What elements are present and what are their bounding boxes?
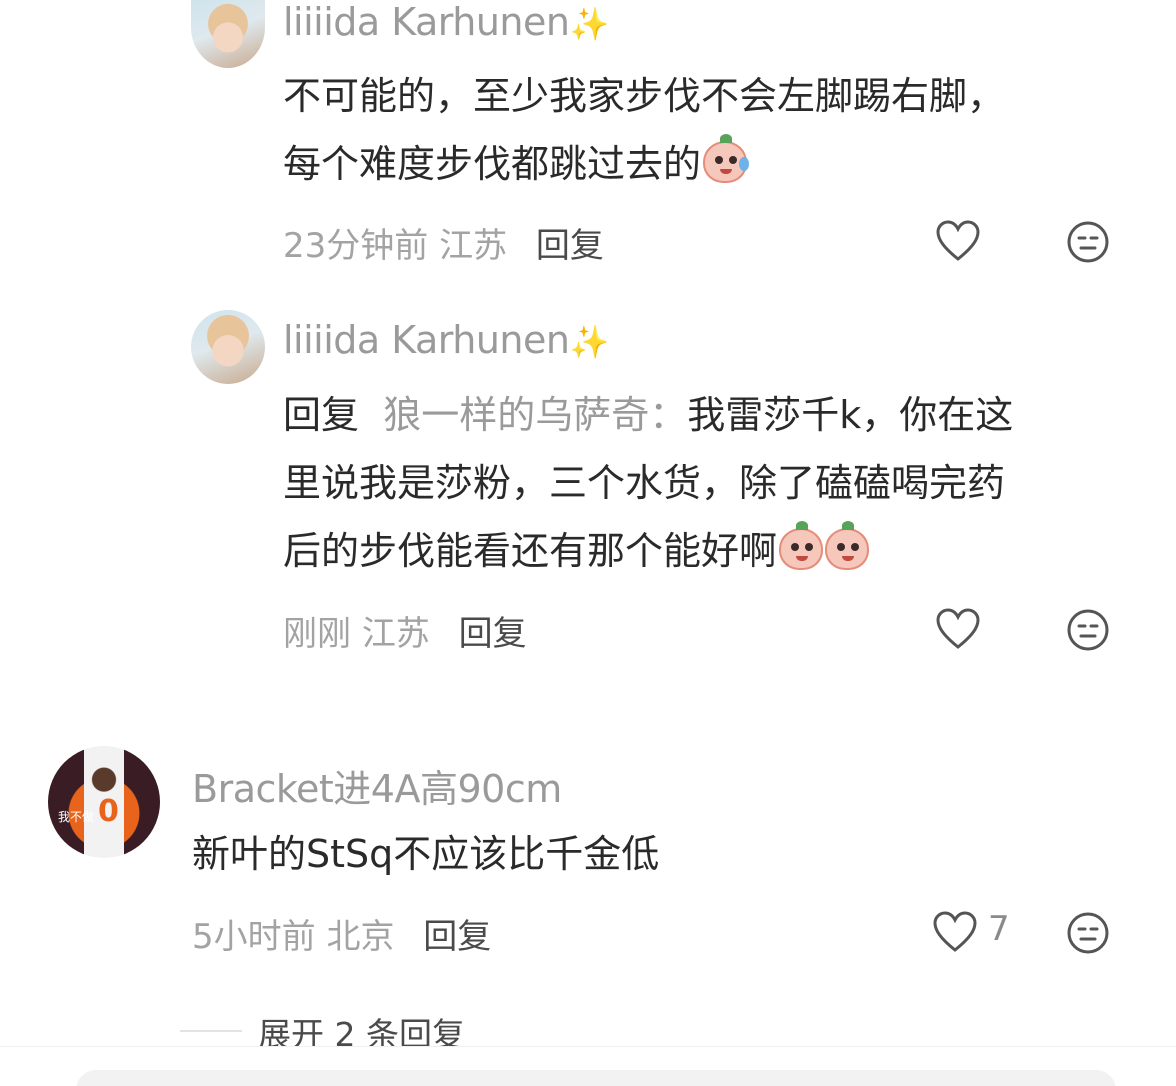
comment-text[interactable]: 回复 狼一样的乌萨奇：我雷莎千k，你在这 里说我是莎粉，三个水货，除了磕磕喝完药… [283,381,1013,585]
comment-time: 刚刚 [283,614,351,654]
comment-line-2: 每个难度步伐都跳过去的 [283,130,1005,198]
reply-prefix: 回复 [283,393,360,437]
comment-text[interactable]: 不可能的，至少我家步伐不会左脚踢右脚， 每个难度步伐都跳过去的 [283,62,1005,198]
avatar-jersey-number: 0 [98,794,119,829]
comment-time: 5小时前 [192,917,316,957]
comment-line: 后的步伐能看还有那个能好啊 [283,517,1013,585]
avatar[interactable]: 我不做 0 [48,746,160,858]
comment-meta: 5小时前 北京 回复 [192,909,491,958]
reply-button[interactable]: 回复 [459,614,527,654]
sparkle-icon: ✨ [569,5,609,43]
comment-line: 不可能的，至少我家步伐不会左脚踢右脚， [283,74,1006,118]
comment-location: 江苏 [361,614,430,654]
reply-target-user[interactable]: 狼一样的乌萨奇： [383,393,687,437]
expand-divider [180,1030,242,1032]
comment-line-text: 后的步伐能看还有那个能好啊 [283,529,778,573]
face-icon[interactable] [1066,220,1110,264]
sweat-emoji-sticker [703,134,750,183]
comment-line-text: 我雷莎千k，你在这 [687,393,1014,437]
reply-button[interactable]: 回复 [536,226,604,266]
username-text[interactable]: liiiida Karhunen [283,318,570,362]
comment-location: 江苏 [439,226,508,266]
heart-icon[interactable] [935,219,981,263]
face-icon[interactable] [1066,911,1110,955]
peek-emoji-sticker [779,521,824,570]
comment-username[interactable]: liiiida Karhunen✨ [283,0,609,44]
comment-line: 里说我是莎粉，三个水货，除了磕磕喝完药 [283,461,1006,505]
comment-thread: liiiida Karhunen✨ 不可能的，至少我家步伐不会左脚踢右脚， 每个… [0,0,1176,1086]
sparkle-icon: ✨ [569,323,609,361]
reply-button[interactable]: 回复 [423,917,491,957]
avatar-caption: 我不做 [58,810,95,824]
like-count: 7 [988,909,1010,949]
avatar[interactable] [191,310,265,384]
username-text[interactable]: liiiida Karhunen [283,0,570,44]
comment-meta: 刚刚 江苏 回复 [283,606,527,655]
comment-location: 北京 [326,917,395,957]
comment-text[interactable]: 新叶的StSq不应该比千金低 [192,820,659,888]
heart-icon[interactable] [932,910,978,954]
comment-line-text: 每个难度步伐都跳过去的 [283,142,702,186]
smile-emoji-sticker [825,521,870,570]
heart-icon[interactable] [935,607,981,651]
comment-line: 回复 狼一样的乌萨奇：我雷莎千k，你在这 [283,381,1013,449]
comment-time: 23分钟前 [283,226,429,266]
comment-username[interactable]: liiiida Karhunen✨ [283,318,609,362]
avatar[interactable] [191,0,265,68]
comment-input[interactable] [76,1070,1116,1086]
comment-meta: 23分钟前 江苏 回复 [283,218,604,267]
comment-username[interactable]: Bracket进4A高90cm [192,758,562,813]
face-icon[interactable] [1066,608,1110,652]
